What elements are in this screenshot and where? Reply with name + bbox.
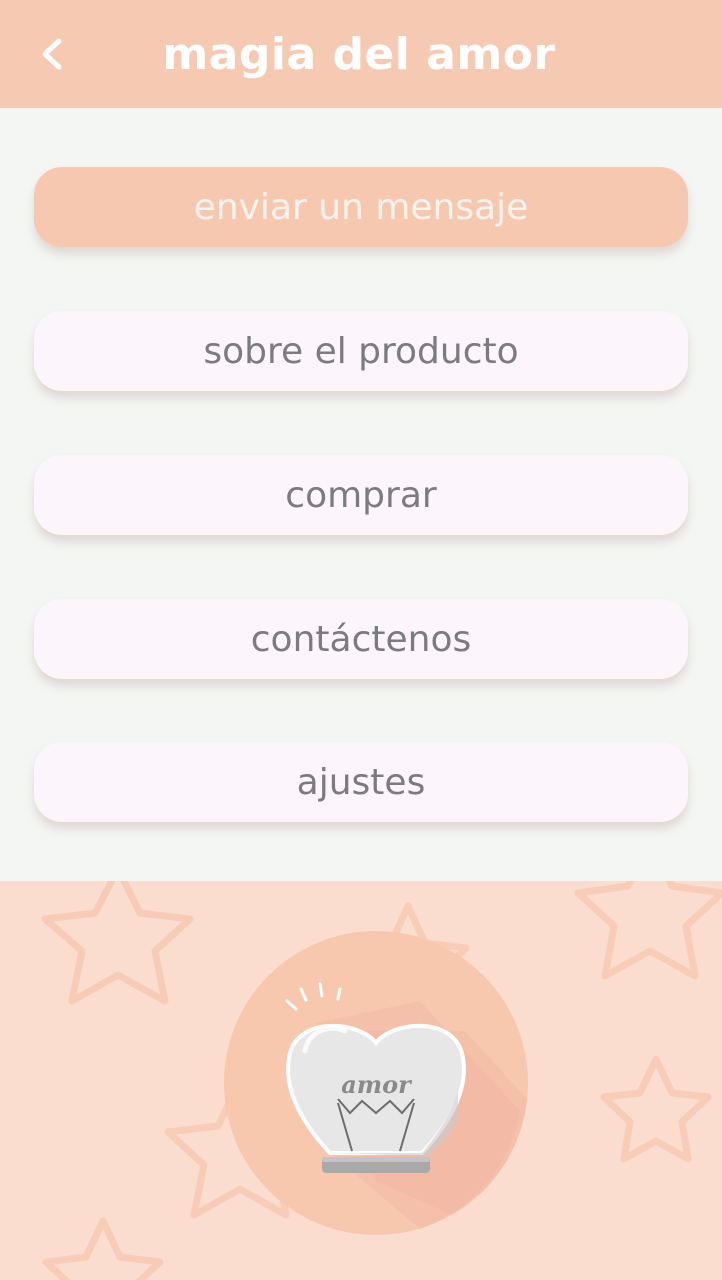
background-stars: amor (41, 881, 722, 1280)
about-product-button[interactable]: sobre el producto (34, 311, 688, 391)
star-icon (41, 881, 194, 1005)
page-title: magia del amor (0, 0, 722, 108)
lamp-text: amor (341, 1070, 413, 1099)
star-icon (42, 1217, 164, 1280)
settings-button[interactable]: ajustes (34, 742, 688, 822)
decorative-footer: amor (0, 881, 722, 1280)
page-title-text: magia del amor (162, 28, 556, 80)
contact-button[interactable]: contáctenos (34, 599, 688, 679)
star-icon (574, 881, 722, 980)
star-icon (600, 1055, 712, 1163)
buy-button[interactable]: comprar (34, 455, 688, 535)
send-message-button[interactable]: enviar un mensaje (34, 167, 688, 247)
app-header: magia del amor (0, 0, 722, 108)
